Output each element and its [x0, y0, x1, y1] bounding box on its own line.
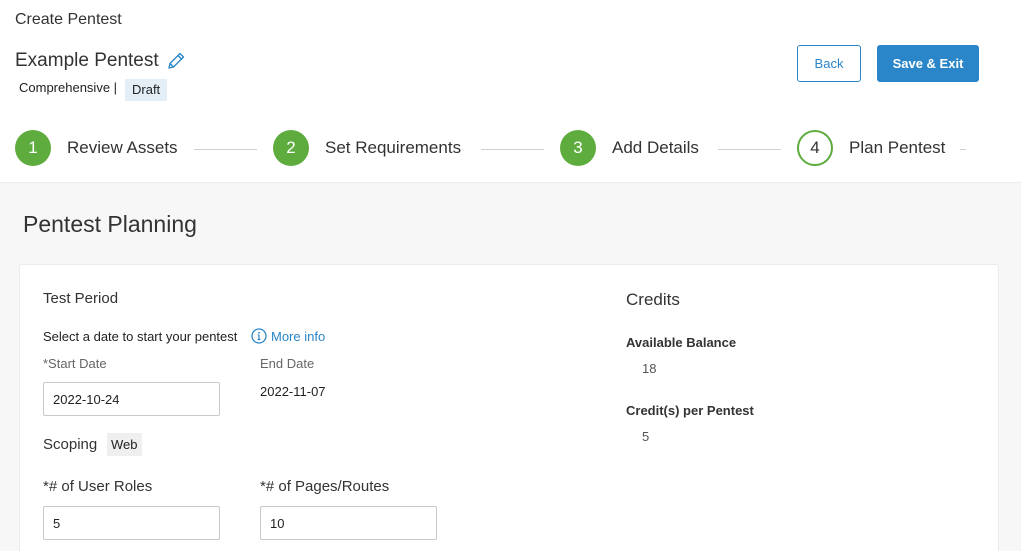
step-connector	[960, 149, 966, 150]
more-info-link[interactable]: More info	[271, 329, 325, 344]
credits-heading: Credits	[626, 290, 680, 309]
step-connector	[718, 149, 781, 150]
step-connector	[481, 149, 544, 150]
available-balance-value: 18	[642, 361, 657, 376]
page-title: Create Pentest	[15, 11, 122, 28]
start-date-input[interactable]	[43, 382, 220, 416]
start-date-instruction: Select a date to start your pentest	[43, 329, 238, 344]
page-header: Create Pentest Example Pentest Comprehen…	[0, 0, 1021, 183]
pentest-type: Comprehensive |	[19, 80, 118, 95]
pages-routes-input[interactable]	[260, 506, 437, 540]
credits-per-pentest-value: 5	[642, 429, 650, 444]
available-balance-label: Available Balance	[626, 335, 737, 350]
step-3-circle[interactable]: 3	[560, 130, 596, 166]
step-4-label[interactable]: Plan Pentest	[849, 138, 945, 158]
status-badge: Draft	[125, 79, 168, 101]
save-exit-button[interactable]: Save & Exit	[877, 45, 979, 82]
section-title: Pentest Planning	[23, 211, 197, 237]
step-2-circle[interactable]: 2	[273, 130, 309, 166]
credits-per-pentest-label: Credit(s) per Pentest	[626, 403, 754, 418]
test-period-heading: Test Period	[43, 290, 119, 307]
user-roles-label: *# of User Roles	[43, 478, 153, 495]
step-connector	[194, 149, 257, 150]
back-button[interactable]: Back	[797, 45, 861, 82]
end-date-value: 2022-11-07	[260, 384, 326, 399]
scope-type-badge: Web	[107, 433, 142, 456]
pentest-name: Example Pentest	[15, 50, 159, 71]
step-4-circle[interactable]: 4	[797, 130, 833, 166]
pencil-edit-icon[interactable]	[165, 50, 187, 72]
start-date-label: *Start Date	[43, 356, 107, 371]
user-roles-input[interactable]	[43, 506, 220, 540]
pages-routes-label: *# of Pages/Routes	[260, 478, 390, 495]
step-2-label[interactable]: Set Requirements	[325, 138, 461, 158]
step-3-label[interactable]: Add Details	[612, 138, 699, 158]
info-icon[interactable]	[251, 328, 267, 344]
end-date-label: End Date	[260, 356, 315, 371]
step-1-circle[interactable]: 1	[15, 130, 51, 166]
scoping-heading: Scoping	[43, 436, 98, 453]
step-1-label[interactable]: Review Assets	[67, 138, 178, 158]
